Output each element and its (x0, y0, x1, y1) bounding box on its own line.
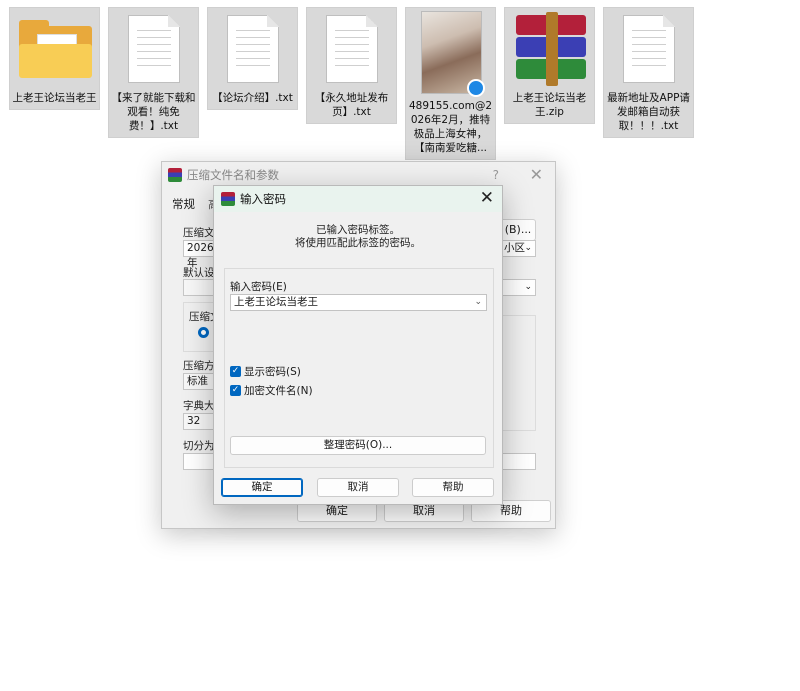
file-thumbnail (406, 8, 495, 97)
checkmark-icon: ✓ (230, 385, 241, 396)
file-label: 【来了就能下载和观看！纯免费！】.txt (111, 92, 196, 132)
params-field[interactable] (500, 453, 536, 470)
text-file-icon (623, 15, 675, 83)
file-item-zip[interactable]: 上老王论坛当老王.zip (504, 7, 595, 124)
file-thumbnail (604, 8, 693, 88)
dialog-titlebar: 输入密码 (214, 186, 502, 212)
encrypt-filenames-label: 加密文件名(N) (244, 385, 313, 397)
file-label: 上老王论坛当老王 (12, 92, 97, 104)
password-input[interactable]: 上老王论坛当老王 ⌄ (230, 294, 487, 311)
method-select[interactable]: 标准 (183, 373, 215, 390)
browse-button[interactable]: (B)... (500, 219, 536, 241)
chevron-down-icon: ⌄ (524, 243, 532, 253)
password-value: 上老王论坛当老王 (234, 296, 318, 308)
file-label: 上老王论坛当老王.zip (512, 92, 587, 118)
file-thumbnail (505, 8, 594, 88)
winrar-icon (221, 192, 235, 206)
radio-rar[interactable] (198, 327, 209, 338)
show-password-checkbox[interactable]: ✓ 显示密码(S) (230, 364, 301, 379)
encrypt-filenames-checkbox[interactable]: ✓ 加密文件名(N) (230, 383, 313, 398)
file-item-txt-free[interactable]: 【来了就能下载和观看！纯免费！】.txt (108, 7, 199, 138)
file-item-photo[interactable]: 489155.com@2026年2月，推特极品上海女神，【南南爱吃糖... (405, 7, 496, 160)
tab-general[interactable]: 常规 (172, 196, 195, 212)
photo-thumbnail-icon (421, 11, 485, 97)
archive-name-field[interactable]: 2026年 (183, 240, 215, 269)
notice-line-2: 将使用匹配此标签的密码。 (295, 237, 421, 249)
cancel-button[interactable]: 取消 (317, 478, 399, 497)
winrar-icon (168, 168, 182, 182)
options-group (500, 315, 536, 431)
update-mode-select[interactable]: 小区 ⌄ (500, 240, 536, 257)
close-icon[interactable]: ✕ (480, 188, 494, 208)
text-file-icon (128, 15, 180, 83)
file-label: 最新地址及APP请发邮箱自动获取！！！.txt (607, 92, 690, 132)
folder-thumbnail (10, 8, 99, 88)
profile-select[interactable]: ⌄ (500, 279, 536, 296)
dialog-title: 输入密码 (240, 192, 286, 206)
file-item-txt-address[interactable]: 【永久地址发布页】.txt (306, 7, 397, 124)
file-label: 489155.com@2026年2月，推特极品上海女神，【南南爱吃糖... (408, 100, 493, 154)
organize-passwords-button[interactable]: 整理密码(O)... (230, 436, 486, 455)
file-item-folder[interactable]: 上老王论坛当老王 (9, 7, 100, 110)
text-file-icon (326, 15, 378, 83)
close-icon[interactable]: ✕ (530, 165, 543, 184)
file-item-txt-intro[interactable]: 【论坛介绍】.txt (207, 7, 298, 110)
chevron-down-icon: ⌄ (524, 282, 532, 292)
sync-badge-icon (467, 79, 485, 97)
file-thumbnail (109, 8, 198, 88)
file-label: 【永久地址发布页】.txt (314, 92, 389, 118)
update-mode-value: 小区 (504, 242, 525, 254)
dialog-title: 压缩文件名和参数 (187, 168, 279, 182)
profile-field[interactable] (183, 279, 215, 296)
password-label: 输入密码(E) (230, 281, 287, 293)
file-label: 【论坛介绍】.txt (212, 92, 293, 104)
notice-line-1: 已输入密码标签。 (316, 224, 400, 236)
password-notice: 已输入密码标签。 将使用匹配此标签的密码。 (214, 224, 502, 250)
enter-password-dialog: 输入密码 ✕ 已输入密码标签。 将使用匹配此标签的密码。 输入密码(E) 上老王… (213, 185, 503, 505)
help-button[interactable]: 帮助 (412, 478, 494, 497)
folder-icon (19, 20, 92, 78)
file-thumbnail (307, 8, 396, 88)
ok-button[interactable]: 确定 (221, 478, 303, 497)
dictionary-select[interactable]: 32 (183, 413, 215, 430)
file-item-txt-latest[interactable]: 最新地址及APP请发邮箱自动获取！！！.txt (603, 7, 694, 138)
winrar-archive-icon (516, 12, 586, 86)
show-password-label: 显示密码(S) (244, 366, 301, 378)
help-icon[interactable]: ? (493, 168, 499, 182)
chevron-down-icon[interactable]: ⌄ (474, 295, 482, 310)
split-field[interactable] (183, 453, 215, 470)
checkmark-icon: ✓ (230, 366, 241, 377)
file-thumbnail (208, 8, 297, 88)
text-file-icon (227, 15, 279, 83)
